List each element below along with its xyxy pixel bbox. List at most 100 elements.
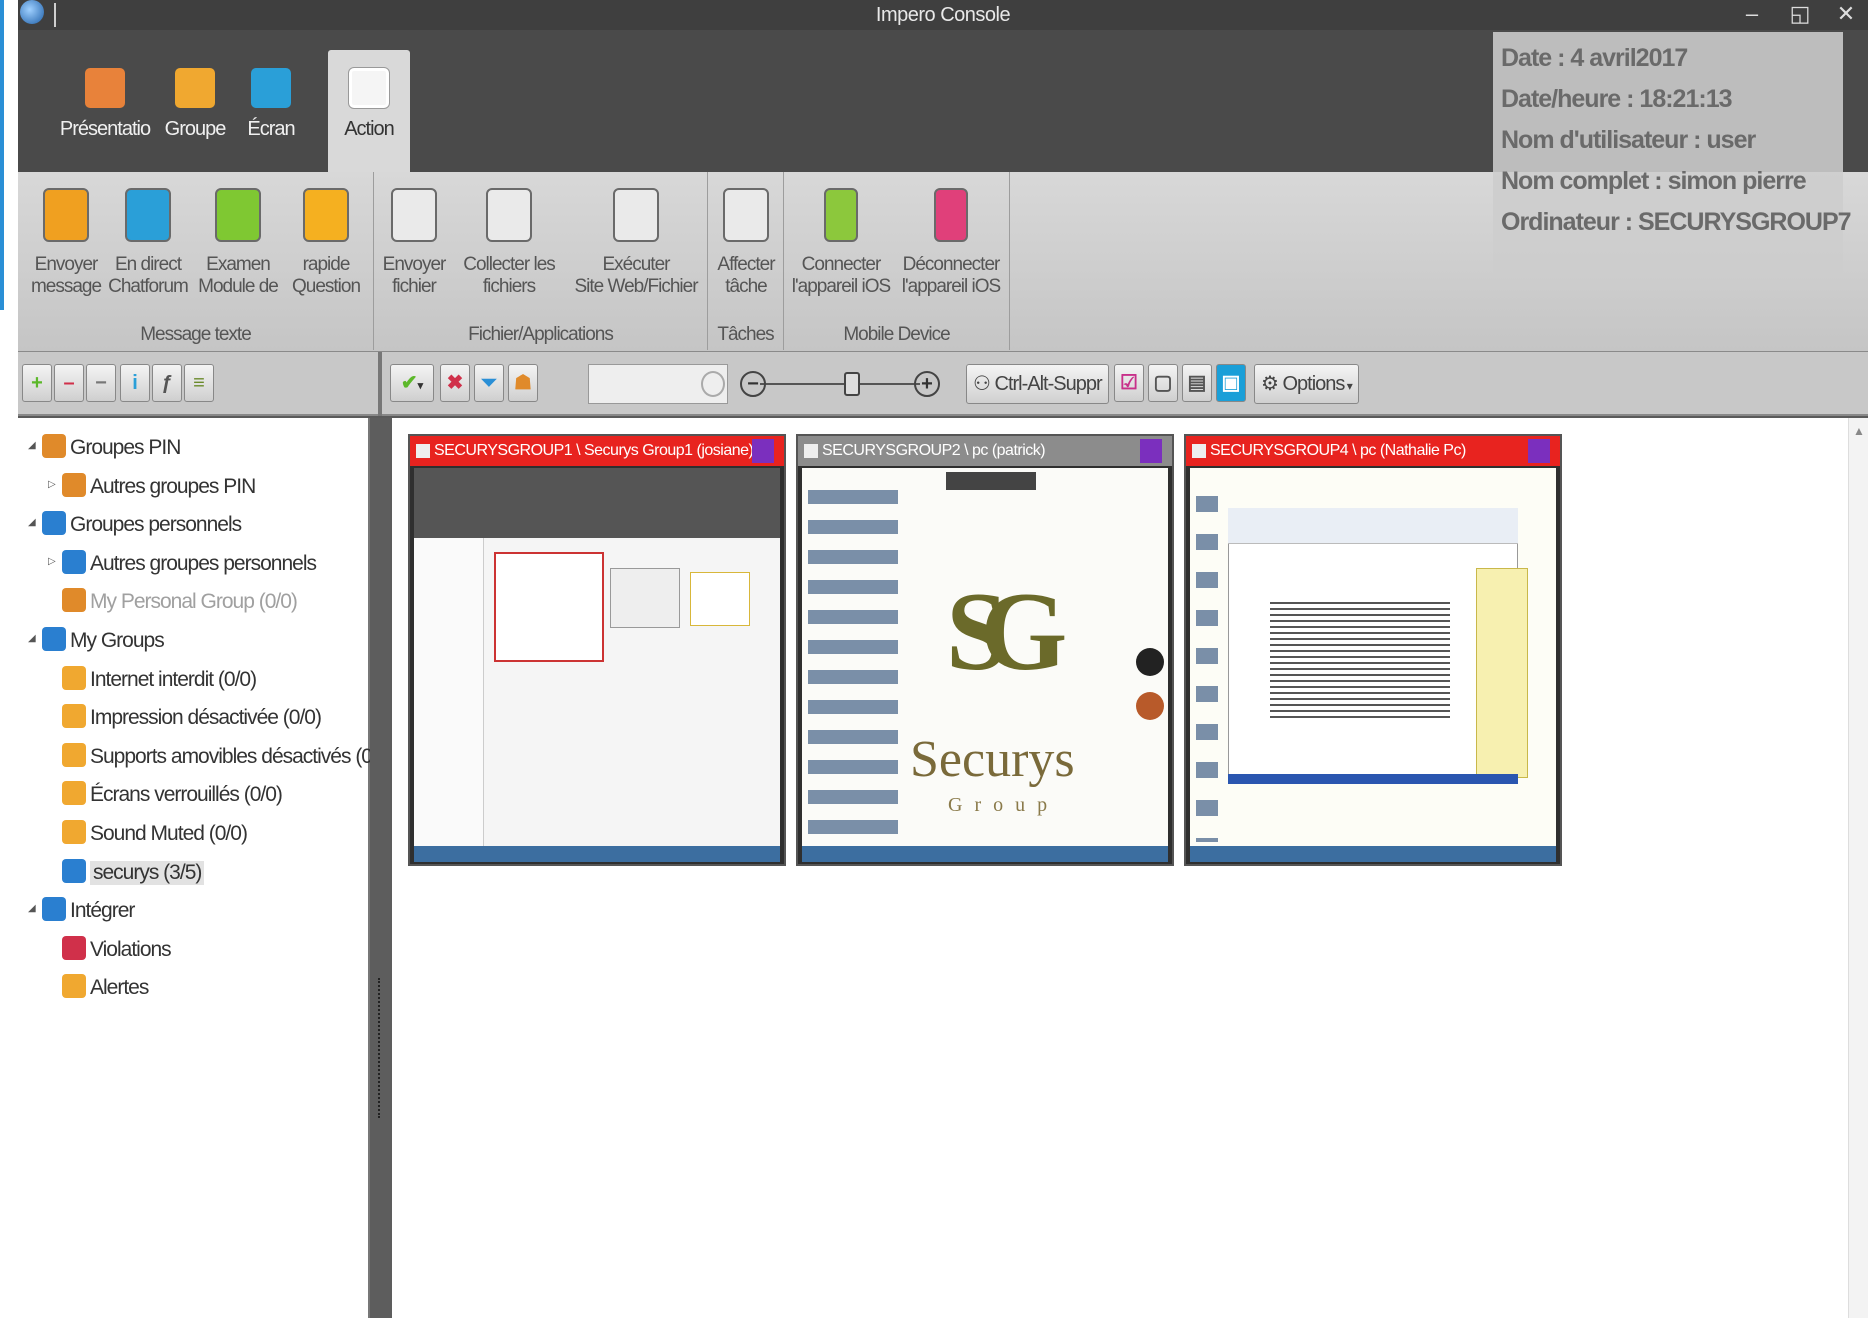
my-groups-icon: [42, 627, 66, 651]
assign-task-button[interactable]: Affecter tâche: [708, 182, 784, 310]
client-thumbnail[interactable]: SECURYSGROUP1 \ Securys Group1 (josiane): [408, 434, 786, 866]
options-dropdown[interactable]: ⚙ Options ▾: [1254, 364, 1359, 404]
restore-button[interactable]: ◱: [1780, 0, 1820, 30]
disconnect-ios-button[interactable]: Déconnecter l'appareil iOS: [898, 182, 1004, 310]
chat-icon: [125, 188, 171, 242]
tree-item[interactable]: Impression désactivée (0/0): [48, 702, 366, 734]
tree-expander-icon[interactable]: ◢: [28, 440, 36, 451]
document-statusbar: [1228, 774, 1518, 784]
remove-icon: –: [63, 372, 75, 394]
connect-ios-button[interactable]: Connecter l'appareil iOS: [788, 182, 894, 310]
filter-button[interactable]: ⏷: [474, 364, 504, 402]
select-checkbox[interactable]: [804, 444, 818, 458]
chat-forum-button[interactable]: En direct Chatforum: [102, 182, 194, 310]
thumbnail-title: SECURYSGROUP1 \ Securys Group1 (josiane): [434, 442, 754, 459]
tree-item-label: Autres groupes PIN: [90, 474, 256, 498]
collect-files-button[interactable]: Collecter les fichiers: [454, 182, 564, 310]
session-info-panel: Date : 4 avril2017 Date/heure : 18:21:13…: [1493, 32, 1852, 276]
presentation-icon: [85, 68, 125, 108]
ctrl-alt-del-button[interactable]: ⚇ Ctrl-Alt-Suppr: [966, 364, 1109, 404]
tab-groupe[interactable]: Groupe: [156, 50, 234, 172]
chevron-down-icon: ▾: [1344, 379, 1353, 393]
scroll-up-icon[interactable]: ▲: [1853, 424, 1865, 438]
group-mobile-device: Connecter l'appareil iOS Déconnecter l'a…: [784, 172, 1010, 350]
tree-item[interactable]: Violations: [48, 934, 366, 966]
zoom-in-icon[interactable]: +: [914, 371, 940, 397]
tree-expander-icon[interactable]: ◢: [28, 903, 36, 914]
tree-item[interactable]: Écrans verrouillés (0/0): [48, 779, 366, 811]
collect-files-icon: [486, 188, 532, 242]
tree-item[interactable]: Alertes: [48, 972, 366, 1004]
button-label-2: l'appareil iOS: [791, 276, 891, 297]
tab-action[interactable]: Action: [328, 50, 410, 172]
tab-ecran[interactable]: Écran: [238, 50, 304, 172]
button-label-2: l'appareil iOS: [901, 276, 1001, 297]
pane-splitter[interactable]: [370, 418, 392, 1318]
tree-item[interactable]: ▷ Autres groupes PIN: [48, 471, 366, 503]
group-caption: Mobile Device: [843, 324, 950, 345]
button-label-1: Connecter: [801, 254, 882, 275]
group-icon: [175, 68, 215, 108]
remote-taskbar: [802, 846, 1168, 862]
close-button[interactable]: ✕: [1826, 0, 1866, 30]
tree-item-label: Groupes personnels: [70, 513, 242, 537]
remote-banner: [946, 472, 1036, 490]
function-button[interactable]: ƒ: [152, 364, 182, 402]
tree-item[interactable]: ◢ Groupes PIN: [28, 432, 358, 464]
search-icon[interactable]: [701, 371, 725, 397]
search-input[interactable]: [588, 364, 728, 404]
tree-item-label: Alertes: [90, 976, 149, 1000]
tree-item[interactable]: ▷ Autres groupes personnels: [48, 548, 366, 580]
vertical-scrollbar[interactable]: ▲: [1848, 418, 1868, 1318]
view-mode-3-button[interactable]: ▤: [1182, 364, 1212, 402]
tree-expander-icon[interactable]: ◢: [28, 517, 36, 528]
slider-track: [760, 383, 920, 385]
desktop-widget: [1136, 692, 1164, 720]
group-filter-button[interactable]: ☗: [508, 364, 538, 402]
splitter-grip[interactable]: [378, 978, 384, 1118]
info-button[interactable]: i: [120, 364, 150, 402]
button-label-2: message: [30, 276, 102, 297]
deselect-button[interactable]: ✖: [440, 364, 470, 402]
select-checkbox[interactable]: [416, 444, 430, 458]
group-icon: [62, 781, 86, 806]
collapse-button[interactable]: −: [86, 364, 116, 402]
tree-item[interactable]: My Personal Group (0/0): [48, 586, 366, 618]
tree-expander-icon[interactable]: ◢: [28, 633, 36, 644]
action-icon: [349, 68, 389, 108]
minimize-button[interactable]: –: [1732, 0, 1772, 30]
exam-module-button[interactable]: Examen Module de: [192, 182, 284, 310]
zoom-slider[interactable]: − +: [740, 368, 940, 400]
zoom-out-icon[interactable]: −: [740, 371, 766, 397]
tree-item[interactable]: ◢ Groupes personnels: [28, 509, 358, 541]
tab-presentation[interactable]: Présentatio: [58, 50, 152, 172]
list-button[interactable]: ≡: [184, 364, 214, 402]
tree-expander-icon[interactable]: ▷: [48, 556, 56, 567]
tree-item-label: Violations: [90, 937, 172, 961]
info-icon: i: [132, 372, 138, 394]
remove-group-button[interactable]: –: [54, 364, 84, 402]
send-message-button[interactable]: Envoyer message: [20, 182, 112, 310]
tree-item[interactable]: Supports amovibles désactivés (0/0): [48, 741, 394, 773]
select-checkbox[interactable]: [1192, 444, 1206, 458]
remote-window: [610, 568, 680, 628]
view-mode-4-button[interactable]: ▣: [1216, 364, 1246, 402]
execute-site-file-button[interactable]: Exécuter Site Web/Fichier: [568, 182, 704, 310]
client-thumbnail[interactable]: SECURYSGROUP4 \ pc (Nathalie Pc): [1184, 434, 1562, 866]
add-group-button[interactable]: +: [22, 364, 52, 402]
send-file-button[interactable]: Envoyer fichier: [376, 182, 452, 310]
cross-icon: ✖: [446, 372, 464, 394]
tree-item[interactable]: ◢ Intégrer: [28, 895, 358, 927]
client-thumbnail[interactable]: SECURYSGROUP2 \ pc (patrick) SG Securys …: [796, 434, 1174, 866]
tree-item[interactable]: Internet interdit (0/0): [48, 664, 366, 696]
tree-item[interactable]: ◢ My Groups: [28, 625, 358, 657]
view-mode-1-button[interactable]: ☑: [1114, 364, 1144, 402]
select-all-button[interactable]: ✔▾: [390, 364, 434, 402]
slider-thumb[interactable]: [844, 372, 860, 396]
tree-item[interactable]: Sound Muted (0/0): [48, 818, 366, 850]
tree-item[interactable]: securys (3/5): [48, 857, 366, 889]
tree-expander-icon[interactable]: ▷: [48, 479, 56, 490]
pin-groups-icon: [42, 434, 66, 458]
view-mode-2-button[interactable]: ▢: [1148, 364, 1178, 402]
quick-question-button[interactable]: rapide Question: [280, 182, 372, 310]
